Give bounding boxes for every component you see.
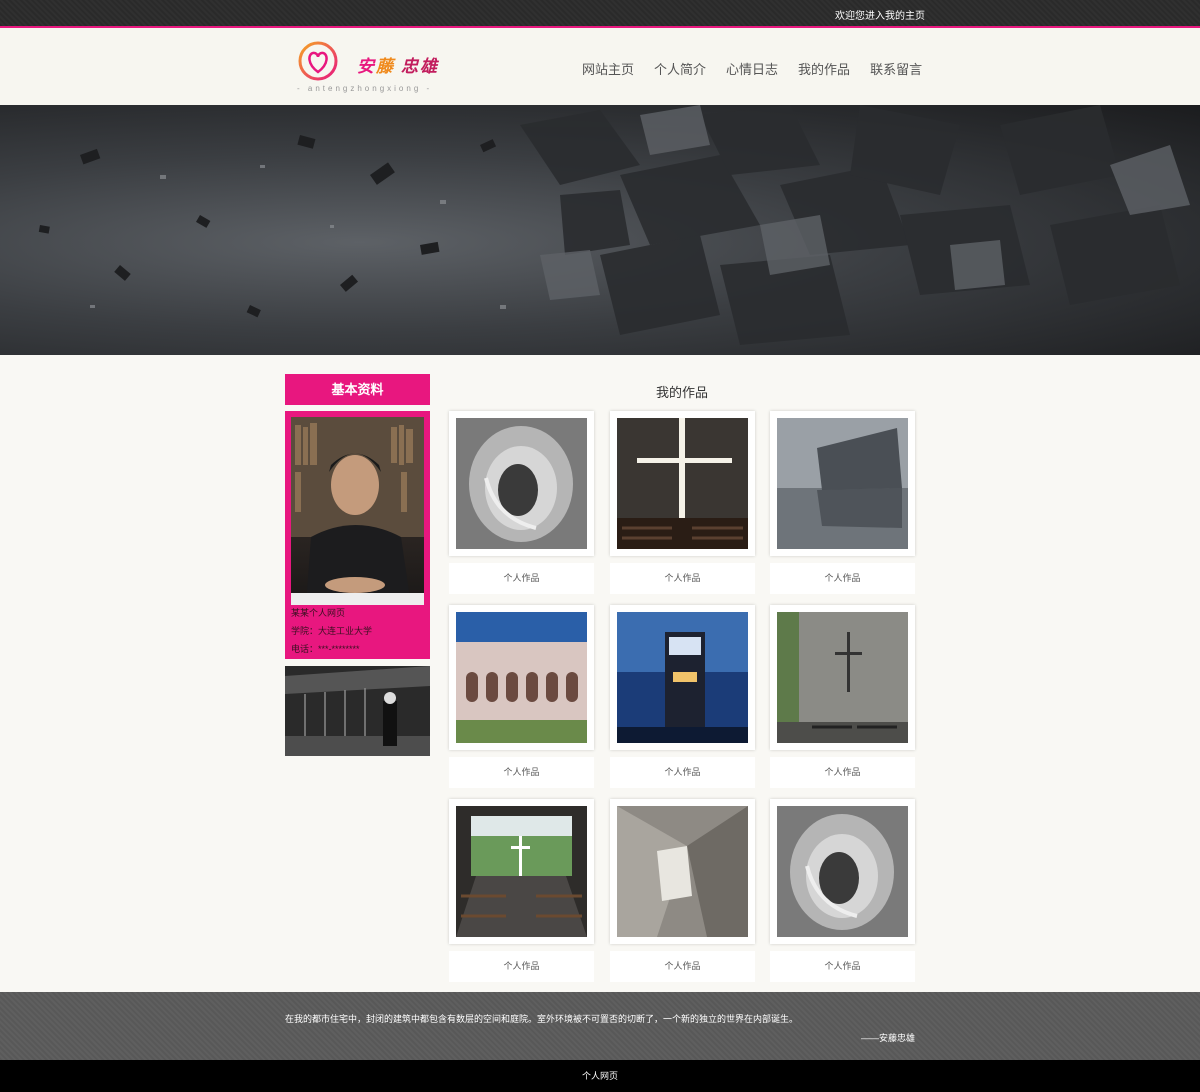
- heart-logo-icon: [298, 41, 338, 81]
- nav-works[interactable]: 我的作品: [798, 59, 850, 78]
- work-caption: 个人作品: [770, 757, 915, 788]
- work-caption: 个人作品: [610, 563, 755, 594]
- work-card[interactable]: 个人作品: [610, 799, 755, 982]
- work-card[interactable]: 个人作品: [770, 605, 915, 788]
- work-image[interactable]: [456, 806, 587, 937]
- site-logo[interactable]: 安藤 忠雄 - antengzhongxiong -: [297, 40, 477, 100]
- nav-home[interactable]: 网站主页: [582, 59, 634, 78]
- works-title: 我的作品: [655, 385, 708, 400]
- work-image[interactable]: [777, 806, 908, 937]
- main-nav: 网站主页 个人简介 心情日志 我的作品 联系留言: [582, 59, 922, 78]
- work-image[interactable]: [777, 612, 908, 743]
- nav-contact[interactable]: 联系留言: [870, 59, 922, 78]
- copyright-bar: 个人网页: [0, 1060, 1200, 1092]
- logo-pinyin: - antengzhongxiong -: [297, 84, 433, 93]
- architect-photo: [285, 666, 430, 756]
- work-caption: 个人作品: [449, 951, 594, 982]
- work-caption: 个人作品: [770, 951, 915, 982]
- site-header: 安藤 忠雄 - antengzhongxiong - 网站主页 个人简介 心情日志…: [0, 28, 1200, 105]
- profile-name: 某某个人网页: [291, 608, 346, 618]
- banner-shards-graphic: [38, 105, 1190, 345]
- sidebar-title: 基本资料: [285, 374, 430, 405]
- footer-quote: 在我的都市住宅中，封闭的建筑中都包含有数层的空间和庭院。室外环境被不可置否的切断…: [285, 1014, 799, 1024]
- work-image[interactable]: [617, 612, 748, 743]
- site-footer: 在我的都市住宅中，封闭的建筑中都包含有数层的空间和庭院。室外环境被不可置否的切断…: [0, 992, 1200, 1060]
- profile-card: 某某个人网页 学院：大连工业大学 电话：***-********: [285, 411, 430, 659]
- work-card[interactable]: 个人作品: [449, 411, 594, 594]
- work-image[interactable]: [456, 612, 587, 743]
- work-image[interactable]: [456, 418, 587, 549]
- work-card[interactable]: 个人作品: [610, 605, 755, 788]
- work-card[interactable]: 个人作品: [449, 605, 594, 788]
- profile-phone: 电话：***-********: [291, 644, 360, 654]
- welcome-text: 欢迎您进入我的主页: [835, 11, 925, 22]
- work-image[interactable]: [617, 806, 748, 937]
- work-card[interactable]: 个人作品: [610, 411, 755, 594]
- nav-diary[interactable]: 心情日志: [726, 59, 778, 78]
- top-bar: 欢迎您进入我的主页: [0, 0, 1200, 28]
- work-caption: 个人作品: [449, 757, 594, 788]
- work-card[interactable]: 个人作品: [770, 411, 915, 594]
- logo-text: 安藤 忠雄: [357, 57, 439, 76]
- nav-profile[interactable]: 个人简介: [654, 59, 706, 78]
- work-caption: 个人作品: [449, 563, 594, 594]
- hero-banner: [0, 105, 1200, 355]
- work-image[interactable]: [617, 418, 748, 549]
- profile-school: 学院：大连工业大学: [291, 626, 373, 636]
- footer-author: ——安藤忠雄: [860, 1033, 915, 1043]
- work-caption: 个人作品: [610, 757, 755, 788]
- work-caption: 个人作品: [770, 563, 915, 594]
- work-card[interactable]: 个人作品: [770, 799, 915, 982]
- work-image[interactable]: [777, 418, 908, 549]
- work-card[interactable]: 个人作品: [449, 799, 594, 982]
- work-caption: 个人作品: [610, 951, 755, 982]
- profile-photo: [291, 417, 424, 605]
